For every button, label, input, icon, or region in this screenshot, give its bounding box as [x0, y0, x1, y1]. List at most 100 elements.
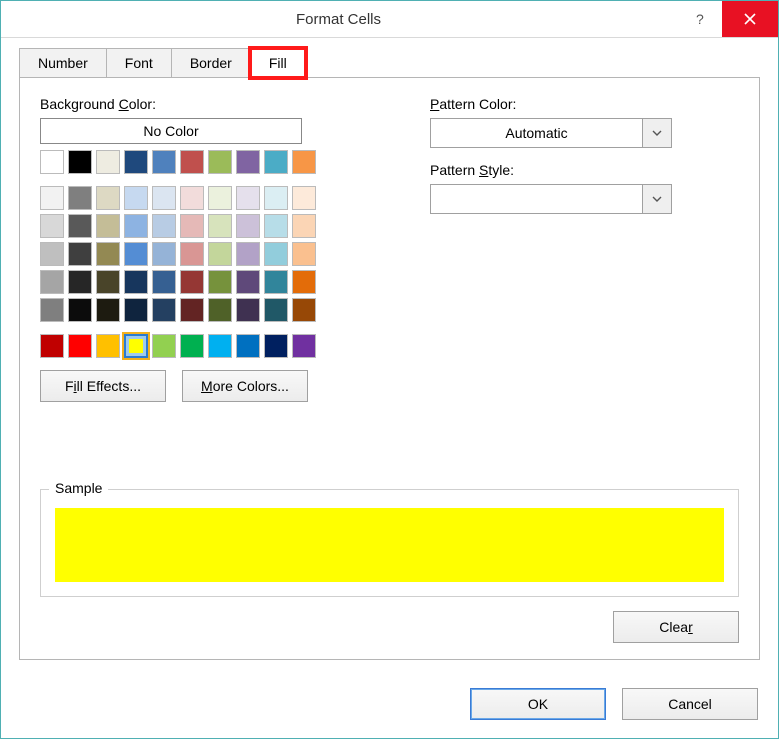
color-swatch[interactable] — [208, 150, 232, 174]
color-swatch[interactable] — [236, 334, 260, 358]
chevron-down-icon — [642, 185, 671, 213]
color-swatch[interactable] — [124, 334, 148, 358]
color-swatch[interactable] — [124, 150, 148, 174]
color-swatch[interactable] — [264, 298, 288, 322]
color-swatch[interactable] — [124, 298, 148, 322]
color-swatch[interactable] — [96, 186, 120, 210]
color-swatch[interactable] — [68, 150, 92, 174]
color-swatch[interactable] — [236, 270, 260, 294]
color-swatch[interactable] — [180, 214, 204, 238]
color-swatch[interactable] — [292, 186, 316, 210]
color-swatch[interactable] — [152, 186, 176, 210]
color-swatch[interactable] — [124, 242, 148, 266]
color-swatch[interactable] — [40, 186, 64, 210]
color-swatch[interactable] — [236, 298, 260, 322]
color-swatch[interactable] — [264, 334, 288, 358]
color-swatch[interactable] — [96, 242, 120, 266]
color-swatch[interactable] — [68, 214, 92, 238]
clear-button[interactable]: Clear — [613, 611, 739, 643]
dialog-footer: OK Cancel — [1, 676, 778, 738]
color-swatch[interactable] — [236, 242, 260, 266]
pattern-color-label: Pattern Color: — [430, 96, 739, 112]
color-swatch[interactable] — [208, 334, 232, 358]
color-swatch[interactable] — [180, 242, 204, 266]
color-swatch[interactable] — [152, 334, 176, 358]
color-swatch[interactable] — [292, 150, 316, 174]
color-swatch[interactable] — [96, 334, 120, 358]
window-title: Format Cells — [1, 11, 676, 28]
color-swatch[interactable] — [264, 186, 288, 210]
color-swatch[interactable] — [208, 270, 232, 294]
tab-number[interactable]: Number — [19, 48, 107, 78]
standard-color-row — [40, 334, 370, 358]
ok-button[interactable]: OK — [470, 688, 606, 720]
color-swatch[interactable] — [180, 150, 204, 174]
color-swatch[interactable] — [40, 334, 64, 358]
color-swatch[interactable] — [208, 214, 232, 238]
tab-font[interactable]: Font — [106, 48, 172, 78]
color-swatch[interactable] — [236, 150, 260, 174]
color-swatch[interactable] — [40, 270, 64, 294]
color-swatch[interactable] — [40, 242, 64, 266]
help-button[interactable]: ? — [676, 1, 722, 37]
pattern-style-label: Pattern Style: — [430, 162, 739, 178]
color-swatch[interactable] — [68, 186, 92, 210]
background-color-section: Background Color: No Color Fill Effects.… — [40, 96, 370, 402]
fill-effects-button[interactable]: Fill Effects... — [40, 370, 166, 402]
color-swatch[interactable] — [40, 298, 64, 322]
color-swatch[interactable] — [124, 186, 148, 210]
tab-border[interactable]: Border — [171, 48, 251, 78]
color-swatch[interactable] — [124, 270, 148, 294]
color-swatch[interactable] — [40, 150, 64, 174]
color-swatch[interactable] — [292, 298, 316, 322]
no-color-button[interactable]: No Color — [40, 118, 302, 144]
pattern-color-combo[interactable]: Automatic — [430, 118, 672, 148]
color-swatch[interactable] — [292, 334, 316, 358]
color-swatch[interactable] — [180, 270, 204, 294]
color-swatch[interactable] — [68, 334, 92, 358]
sample-fieldset: Sample — [40, 489, 739, 597]
color-swatch[interactable] — [292, 242, 316, 266]
color-swatch[interactable] — [152, 214, 176, 238]
color-swatch[interactable] — [96, 270, 120, 294]
color-swatch[interactable] — [152, 150, 176, 174]
color-swatch[interactable] — [208, 242, 232, 266]
color-swatch[interactable] — [264, 150, 288, 174]
color-swatch[interactable] — [152, 270, 176, 294]
close-button[interactable] — [722, 1, 778, 37]
color-swatch[interactable] — [96, 150, 120, 174]
pattern-style-combo[interactable] — [430, 184, 672, 214]
color-swatch[interactable] — [264, 214, 288, 238]
color-swatch[interactable] — [264, 270, 288, 294]
theme-color-row — [40, 150, 370, 174]
tab-fill[interactable]: Fill — [250, 48, 306, 78]
color-swatch[interactable] — [264, 242, 288, 266]
format-cells-dialog: Format Cells ? Number Font Border Fill — [0, 0, 779, 739]
color-swatch[interactable] — [236, 214, 260, 238]
color-swatch[interactable] — [152, 242, 176, 266]
color-swatch[interactable] — [236, 186, 260, 210]
color-swatch[interactable] — [40, 214, 64, 238]
color-swatch[interactable] — [180, 186, 204, 210]
color-swatch[interactable] — [292, 214, 316, 238]
dialog-body: Number Font Border Fill Background Color… — [1, 38, 778, 676]
fill-panel: Background Color: No Color Fill Effects.… — [19, 77, 760, 660]
color-swatch[interactable] — [180, 298, 204, 322]
color-swatch[interactable] — [68, 270, 92, 294]
color-swatch[interactable] — [96, 298, 120, 322]
color-swatch[interactable] — [180, 334, 204, 358]
color-swatch[interactable] — [68, 242, 92, 266]
sample-group: Sample Clear — [40, 479, 739, 643]
color-swatch[interactable] — [208, 298, 232, 322]
color-swatch[interactable] — [96, 214, 120, 238]
color-swatch[interactable] — [68, 298, 92, 322]
color-swatch[interactable] — [152, 298, 176, 322]
color-swatch[interactable] — [292, 270, 316, 294]
sample-preview — [55, 508, 724, 582]
color-swatch[interactable] — [208, 186, 232, 210]
color-swatch[interactable] — [124, 214, 148, 238]
more-colors-button[interactable]: More Colors... — [182, 370, 308, 402]
color-palette — [40, 186, 370, 322]
cancel-button[interactable]: Cancel — [622, 688, 758, 720]
window-controls: ? — [676, 1, 778, 37]
